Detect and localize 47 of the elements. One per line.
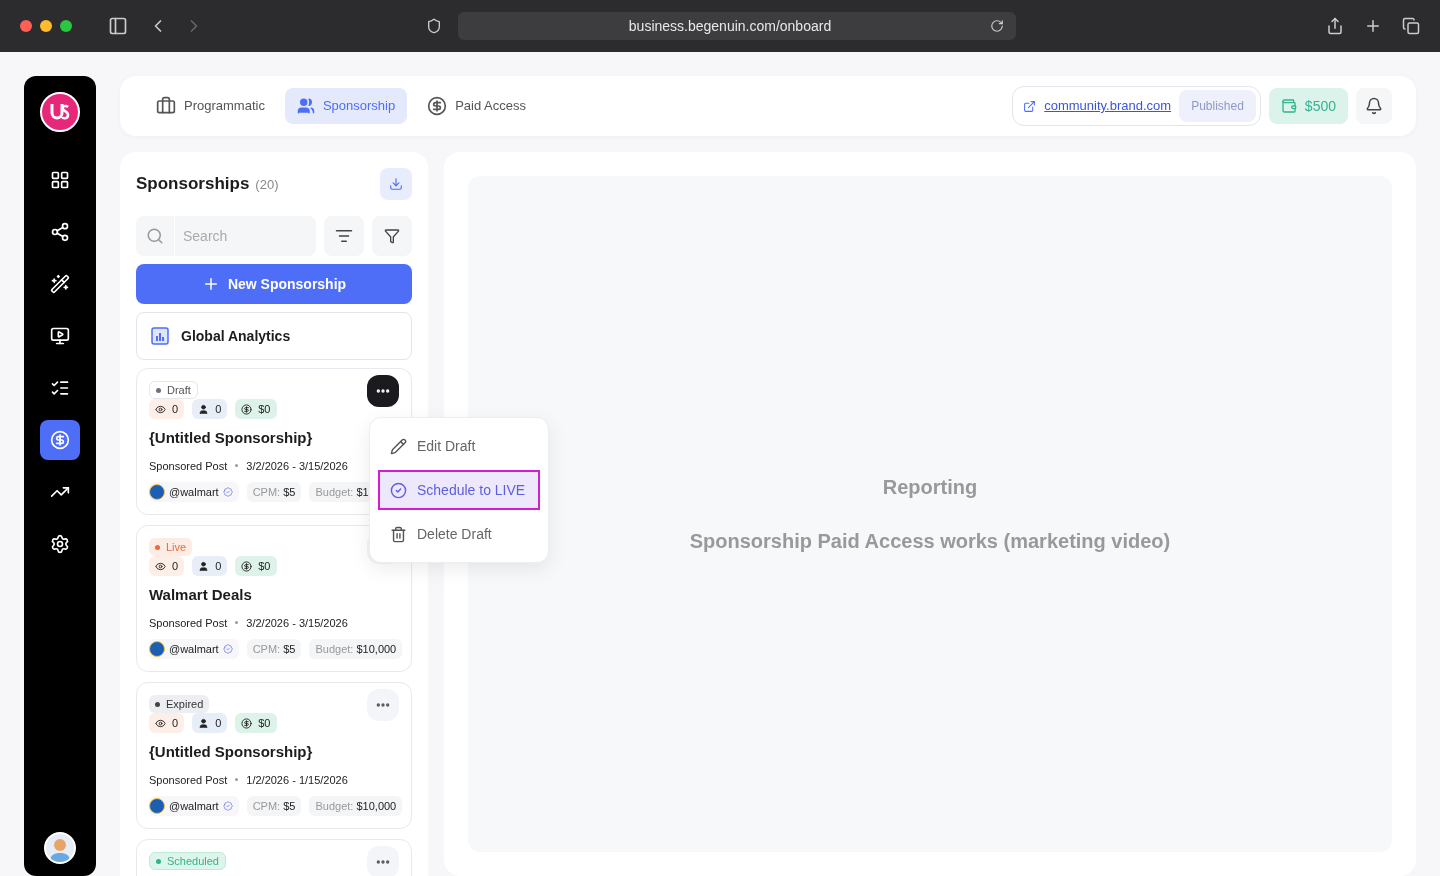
sponsorship-card[interactable]: Expired 0 0 $0 {Untitled Sponsorship} Sponsored Post 1/2/2026 - 1/15/2026 @walmart CPM: $5 Budget: $10,000 bbox=[136, 682, 412, 829]
members-count: 0 bbox=[215, 715, 222, 731]
brand-handle: @walmart bbox=[169, 484, 219, 500]
cpm-chip: CPM: $5 bbox=[246, 482, 302, 502]
status-badge: Draft bbox=[149, 381, 198, 399]
cpm-chip: CPM: $5 bbox=[246, 639, 302, 659]
brand-handle: @walmart bbox=[169, 798, 219, 814]
views-count: 0 bbox=[172, 558, 179, 574]
analytics-button[interactable]: Global Analytics bbox=[136, 312, 412, 360]
date-range: 1/2/2026 - 1/15/2026 bbox=[246, 772, 348, 788]
search-field[interactable]: Search bbox=[136, 216, 316, 256]
earnings-amount: $0 bbox=[258, 558, 271, 574]
address-bar[interactable]: business.begenuin.com/onboard bbox=[458, 12, 1016, 40]
community-link[interactable]: community.brand.com bbox=[1044, 96, 1172, 116]
earnings-amount: $0 bbox=[258, 715, 271, 731]
menu-item[interactable]: Schedule to LIVE bbox=[378, 470, 540, 510]
views-count: 0 bbox=[172, 715, 179, 731]
post-type: Sponsored Post bbox=[149, 458, 228, 474]
budget-chip: Budget: $10,000 bbox=[309, 796, 403, 816]
url-text: business.begenuin.com/onboard bbox=[627, 16, 833, 36]
card-title: {Untitled Sponsorship} bbox=[149, 742, 314, 762]
status-badge: Expired bbox=[149, 695, 210, 713]
post-type: Sponsored Post bbox=[149, 615, 228, 631]
sponsorship-card[interactable]: Live 0 0 $0 Walmart Deals Sponsored Post 3/2/2026 - 3/15/2026 @walmart CPM: $5 Budget: $10,000 bbox=[136, 525, 412, 672]
members-count: 0 bbox=[215, 401, 222, 417]
post-type: Sponsored Post bbox=[149, 772, 228, 788]
status-badge: Scheduled bbox=[149, 852, 226, 870]
nav-tab[interactable]: Programmatic bbox=[144, 88, 277, 124]
card-title: Walmart Deals bbox=[149, 585, 253, 605]
panel-title: Sponsorships bbox=[136, 173, 250, 196]
date-range: 3/2/2026 - 3/15/2026 bbox=[246, 615, 348, 631]
sponsorship-card[interactable]: Draft 0 0 $0 {Untitled Sponsorship} Sponsored Post 3/2/2026 - 3/15/2026 @walmart CPM: $5 Budget: $1 bbox=[136, 368, 412, 515]
report-title: Reporting bbox=[882, 475, 978, 500]
report-subtitle: Sponsorship Paid Access works (marketing video) bbox=[689, 529, 1171, 554]
panel-count: (20) bbox=[255, 176, 279, 195]
earnings-amount: $0 bbox=[258, 401, 271, 417]
new-sponsorship-button[interactable]: New Sponsorship bbox=[136, 264, 412, 304]
members-count: 0 bbox=[215, 558, 222, 574]
views-count: 0 bbox=[172, 401, 179, 417]
nav-tab[interactable]: Sponsorship bbox=[284, 88, 408, 124]
budget-chip: Budget: $10,000 bbox=[309, 639, 403, 659]
brand-handle: @walmart bbox=[169, 641, 219, 657]
card-title: {Untitled Sponsorship} bbox=[149, 428, 314, 448]
date-range: 3/2/2026 - 3/15/2026 bbox=[246, 458, 348, 474]
nav-tab[interactable]: Paid Access bbox=[415, 88, 539, 124]
status-badge: Live bbox=[149, 538, 193, 556]
cpm-chip: CPM: $5 bbox=[246, 796, 302, 816]
